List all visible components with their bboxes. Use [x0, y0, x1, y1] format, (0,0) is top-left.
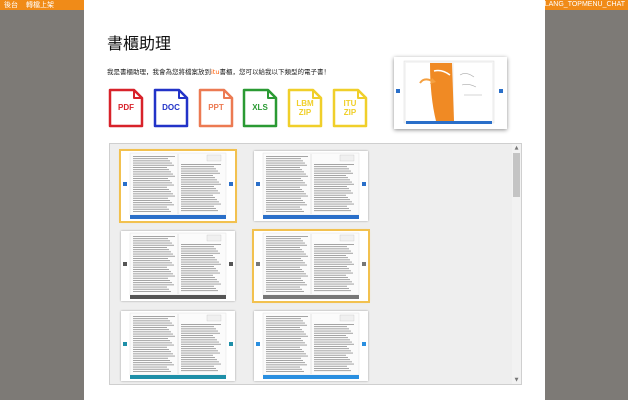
template-card[interactable]: [121, 311, 235, 381]
file-type-pdf-icon[interactable]: PDF: [108, 88, 144, 128]
dialog-title: 書櫃助理: [107, 34, 172, 53]
file-type-label: ITU ZIP: [343, 99, 357, 117]
back-button[interactable]: 後台: [0, 0, 23, 10]
dialog-description: 我是書櫃助理，我會為您將檔案放到itu書櫃，您可以給我以下類型的電子書！: [107, 66, 330, 76]
convert-upload-button[interactable]: 轉檔上架: [22, 0, 58, 10]
description-text: 我是書櫃助理，我會為您將檔案放到: [107, 68, 211, 76]
scroll-up-arrow[interactable]: ▲: [512, 144, 521, 152]
description-text-end: 書櫃，您可以給我以下類型的電子書！: [219, 68, 330, 76]
file-type-ppt-icon[interactable]: PPT: [198, 88, 234, 128]
chat-menu-label[interactable]: LANG_TOPMENU_CHAT: [542, 0, 628, 10]
template-card[interactable]: [119, 149, 237, 223]
file-type-xls-icon[interactable]: XLS: [242, 88, 278, 128]
scroll-thumb[interactable]: [513, 153, 520, 197]
file-type-label: PDF: [118, 103, 134, 112]
file-type-doc-icon[interactable]: DOC: [153, 88, 189, 128]
file-type-lbm-icon[interactable]: LBM ZIP: [287, 88, 323, 128]
template-card[interactable]: [254, 311, 368, 381]
template-list[interactable]: ▲ ▼: [109, 143, 522, 385]
file-type-label: DOC: [162, 103, 180, 112]
file-type-label: XLS: [252, 103, 268, 112]
template-card[interactable]: [254, 151, 368, 221]
file-type-itu-icon[interactable]: ITU ZIP: [332, 88, 368, 128]
bookshelf-assistant-dialog: 書櫃助理 我是書櫃助理，我會為您將檔案放到itu書櫃，您可以給我以下類型的電子書…: [84, 0, 545, 400]
template-card[interactable]: [252, 229, 370, 303]
scroll-down-arrow[interactable]: ▼: [512, 376, 521, 384]
ebook-preview-image: [394, 57, 507, 129]
file-type-label: LBM ZIP: [296, 99, 314, 117]
template-card[interactable]: [121, 231, 235, 301]
template-list-scrollbar[interactable]: ▲ ▼: [512, 144, 521, 384]
file-type-label: PPT: [208, 103, 224, 112]
